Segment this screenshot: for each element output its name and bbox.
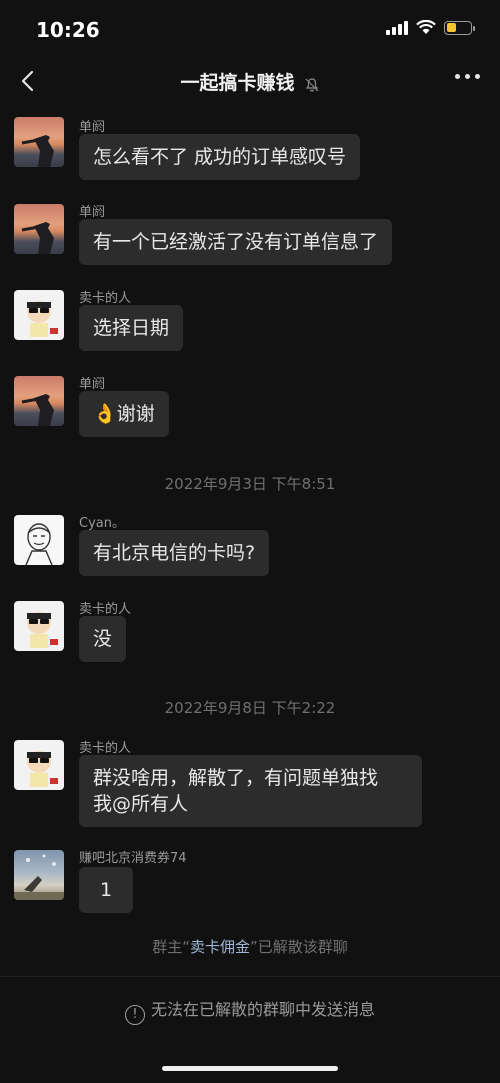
message-bubble[interactable]: 1 [79,867,133,913]
message-bubble[interactable]: 没 [79,616,127,662]
mute-bell-icon [305,77,318,92]
sunset-avatar[interactable] [14,376,64,426]
nav-bar: 一起搞卡赚钱 [0,58,500,104]
system-notice-prefix: 群主“ [152,938,190,956]
battery-icon [444,20,475,35]
status-time: 10:26 [36,18,100,42]
message-bubble[interactable]: 有北京电信的卡吗? [79,530,270,576]
sky-avatar[interactable] [14,850,64,900]
sketch-avatar[interactable] [14,515,64,565]
cartoon-avatar[interactable] [14,601,64,651]
timestamp: 2022年9月3日 下午8:51 [164,475,336,493]
status-bar: 10:26 [0,0,500,58]
cartoon-avatar[interactable] [14,740,64,790]
sender-name: Cyan。 [79,516,125,531]
message-bubble[interactable]: 👌谢谢 [79,391,169,437]
sender-name: 卖卡的人 [79,291,132,306]
sender-name: 卖卡的人 [79,741,132,756]
home-indicator[interactable] [162,1066,338,1071]
message-bubble[interactable]: 选择日期 [79,305,184,351]
timestamp: 2022年9月8日 下午2:22 [164,699,336,717]
footer-divider [0,976,500,977]
sender-name: 单阏 [79,205,106,220]
footer-notice-text: 无法在已解散的群聊中发送消息 [150,1000,375,1019]
system-notice-suffix: ”已解散该群聊 [250,938,348,956]
cellular-signal-icon [386,20,408,35]
cartoon-avatar[interactable] [14,290,64,340]
info-icon: ! [124,1005,145,1025]
nav-title-wrap: 一起搞卡赚钱 [0,68,500,95]
message-bubble[interactable]: 怎么看不了 成功的订单感叹号 [79,134,361,180]
sunset-avatar[interactable] [14,204,64,254]
status-icons [386,20,475,35]
sender-name: 卖卡的人 [79,602,132,617]
message-bubble[interactable]: 群没啥用，解散了，有问题单独找 我@所有人 [79,755,422,827]
wifi-icon [416,20,436,34]
more-options-icon[interactable] [455,74,480,79]
footer-notice: ! 无法在已解散的群聊中发送消息 [0,996,500,1025]
sunset-avatar[interactable] [14,117,64,167]
sender-name: 单阏 [79,120,106,135]
group-owner-name[interactable]: 卖卡佣金 [190,938,250,956]
system-notice: 群主“卖卡佣金”已解散该群聊 [0,936,500,957]
sender-name: 赚吧北京消费券74 [79,851,187,866]
sender-name: 单阏 [79,377,106,392]
message-bubble[interactable]: 有一个已经激活了没有订单信息了 [79,219,393,265]
chat-title: 一起搞卡赚钱 [180,72,295,94]
